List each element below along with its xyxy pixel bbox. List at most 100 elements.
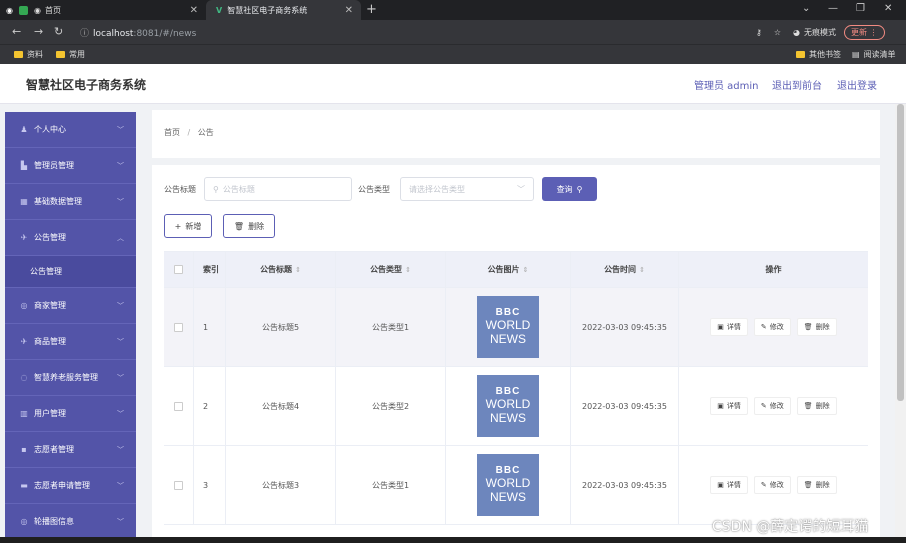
news-thumbnail[interactable]: BBC WORLD NEWS xyxy=(477,375,539,437)
breadcrumb-home[interactable]: 首页 xyxy=(164,128,180,137)
sidebar-item-personal[interactable]: ♟ 个人中心 ﹀ xyxy=(5,112,136,148)
main-card: 公告标题 ⚲ 公告标题 公告类型 请选择公告类型 ﹀ 查询 ⚲ + 新增 🗑 删除 索引… xyxy=(152,165,880,543)
chevron-down-icon: ﹀ xyxy=(117,409,124,418)
news-thumbnail[interactable]: BBC WORLD NEWS xyxy=(477,454,539,516)
sidebar-item-users[interactable]: ▥ 用户管理 ﹀ xyxy=(5,396,136,432)
chevron-down-icon: ﹀ xyxy=(517,184,525,194)
detail-icon: ▣ xyxy=(717,402,724,410)
to-front-link[interactable]: 退出到前台 xyxy=(772,77,822,92)
forward-icon[interactable]: → xyxy=(34,25,43,38)
folder-icon xyxy=(14,51,23,58)
sidebar-item-goods[interactable]: ✈ 商品管理 ﹀ xyxy=(5,324,136,360)
cell-index: 2 xyxy=(194,367,226,445)
header-time[interactable]: 公告时间 ⇕ xyxy=(571,252,679,287)
logout-link[interactable]: 退出登录 xyxy=(837,77,877,92)
row-checkbox[interactable] xyxy=(164,288,194,366)
taskbar xyxy=(0,537,906,543)
edit-button[interactable]: ✎ 修改 xyxy=(753,397,791,415)
star-icon[interactable]: ☆ xyxy=(774,28,781,37)
bookmark-folder-other[interactable]: 其他书签 xyxy=(796,49,841,60)
header-image[interactable]: 公告图片 ⇕ xyxy=(446,252,571,287)
sort-icon[interactable]: ⇕ xyxy=(295,266,301,274)
submenu-item-announcement[interactable]: 公告管理 xyxy=(5,256,136,288)
trash-icon: 🗑 xyxy=(803,323,813,331)
sort-icon[interactable]: ⇕ xyxy=(639,266,645,274)
search-icon: ⚲ xyxy=(213,184,219,194)
sidebar-item-volunteer[interactable]: ▪ 志愿者管理 ﹀ xyxy=(5,432,136,468)
update-button[interactable]: 更新 ⋮ xyxy=(844,25,885,40)
sidebar-item-admin[interactable]: ▙ 管理员管理 ﹀ xyxy=(5,148,136,184)
tab-close-icon[interactable]: ✕ xyxy=(190,5,198,16)
chevron-down-icon: ﹀ xyxy=(117,301,124,310)
cell-image: BBC WORLD NEWS xyxy=(446,367,571,445)
bookmarks-bar: 资料 常用 其他书签 ▤ 阅读清单 xyxy=(0,44,906,64)
browser-tab-active[interactable]: V 智慧社区电子商务系统 ✕ xyxy=(206,0,361,20)
sidebar-item-carousel[interactable]: ◎ 轮播图信息 ﹀ xyxy=(5,504,136,540)
batch-delete-button[interactable]: 🗑 删除 xyxy=(223,214,275,238)
table-row: 3 公告标题3 公告类型1 BBC WORLD NEWS 2022-03-03 09… xyxy=(164,446,868,525)
delete-button[interactable]: 🗑 删除 xyxy=(796,397,837,415)
tab-search-icon[interactable]: ⌄ xyxy=(802,3,810,14)
chevron-down-icon: ﹀ xyxy=(117,161,124,170)
scrollbar-thumb[interactable] xyxy=(897,104,904,401)
tab-close-icon[interactable]: ✕ xyxy=(345,5,353,16)
cell-type: 公告类型2 xyxy=(336,367,446,445)
restore-icon[interactable]: ❐ xyxy=(856,3,865,14)
edit-icon: ✎ xyxy=(760,402,767,410)
sort-icon[interactable]: ⇕ xyxy=(405,266,411,274)
sidebar-item-volunteer-apply[interactable]: ▬ 志愿者申请管理 ﹀ xyxy=(5,468,136,504)
select-all-checkbox[interactable] xyxy=(164,252,194,287)
query-button[interactable]: 查询 ⚲ xyxy=(542,177,597,201)
delete-button[interactable]: 🗑 删除 xyxy=(796,318,837,336)
cell-actions: ▣ 详情 ✎ 修改 🗑 删除 xyxy=(679,446,868,524)
sidebar-item-announcement[interactable]: ✈ 公告管理 ︿ xyxy=(5,220,136,256)
address-bar: ← → ↻ ⓘ localhost:8081/#/news ⚷ ☆ ◕ 无痕模式 … xyxy=(0,20,906,44)
detail-button[interactable]: ▣ 详情 xyxy=(710,397,748,415)
detail-button[interactable]: ▣ 详情 xyxy=(710,476,748,494)
cell-time: 2022-03-03 09:45:35 xyxy=(571,446,679,524)
close-window-icon[interactable]: ✕ xyxy=(884,3,892,14)
news-thumbnail[interactable]: BBC WORLD NEWS xyxy=(477,296,539,358)
browser-tab-home[interactable]: ◉ ◉ 首页 ✕ xyxy=(0,0,206,20)
edit-button[interactable]: ✎ 修改 xyxy=(753,318,791,336)
add-button[interactable]: + 新增 xyxy=(164,214,212,238)
cell-title: 公告标题4 xyxy=(226,367,336,445)
reload-icon[interactable]: ↻ xyxy=(54,25,63,38)
sidebar-item-base-data[interactable]: ▦ 基础数据管理 ﹀ xyxy=(5,184,136,220)
elderly-icon: ◌ xyxy=(20,373,28,382)
row-checkbox[interactable] xyxy=(164,446,194,524)
users-icon: ▥ xyxy=(20,409,28,418)
app-icon xyxy=(18,5,28,15)
url-field[interactable]: ⓘ localhost:8081/#/news xyxy=(80,26,196,39)
sidebar-item-elderly[interactable]: ◌ 智慧养老服务管理 ﹀ xyxy=(5,360,136,396)
edit-button[interactable]: ✎ 修改 xyxy=(753,476,791,494)
incognito-icon: ◕ xyxy=(793,28,801,37)
new-tab-icon[interactable]: + xyxy=(366,2,377,17)
announcement-icon: ✈ xyxy=(20,233,28,242)
title-search-input[interactable]: ⚲ 公告标题 xyxy=(204,177,352,201)
bookmark-folder[interactable]: 资料 xyxy=(14,49,43,60)
header-title[interactable]: 公告标题 ⇕ xyxy=(226,252,336,287)
row-checkbox[interactable] xyxy=(164,367,194,445)
reading-list[interactable]: ▤ 阅读清单 xyxy=(852,49,896,60)
table-row: 2 公告标题4 公告类型2 BBC WORLD NEWS 2022-03-03 09… xyxy=(164,367,868,446)
back-icon[interactable]: ← xyxy=(12,25,21,38)
volunteer-icon: ▪ xyxy=(21,445,27,454)
detail-button[interactable]: ▣ 详情 xyxy=(710,318,748,336)
folder-icon xyxy=(56,51,65,58)
header-type[interactable]: 公告类型 ⇕ xyxy=(336,252,446,287)
key-icon[interactable]: ⚷ xyxy=(756,28,762,37)
cell-type: 公告类型1 xyxy=(336,288,446,366)
search-icon: ⚲ xyxy=(576,184,583,194)
cell-actions: ▣ 详情 ✎ 修改 🗑 删除 xyxy=(679,288,868,366)
edit-icon: ✎ xyxy=(760,481,767,489)
type-select[interactable]: 请选择公告类型 ﹀ xyxy=(400,177,534,201)
delete-button[interactable]: 🗑 删除 xyxy=(796,476,837,494)
folder-icon xyxy=(796,51,805,58)
sort-icon[interactable]: ⇕ xyxy=(523,266,529,274)
detail-icon: ▣ xyxy=(717,481,724,489)
minimize-icon[interactable]: — xyxy=(828,3,838,14)
admin-label: 管理员 admin xyxy=(694,81,759,92)
bookmark-folder[interactable]: 常用 xyxy=(56,49,85,60)
sidebar-item-merchant[interactable]: ◎ 商家管理 ﹀ xyxy=(5,288,136,324)
